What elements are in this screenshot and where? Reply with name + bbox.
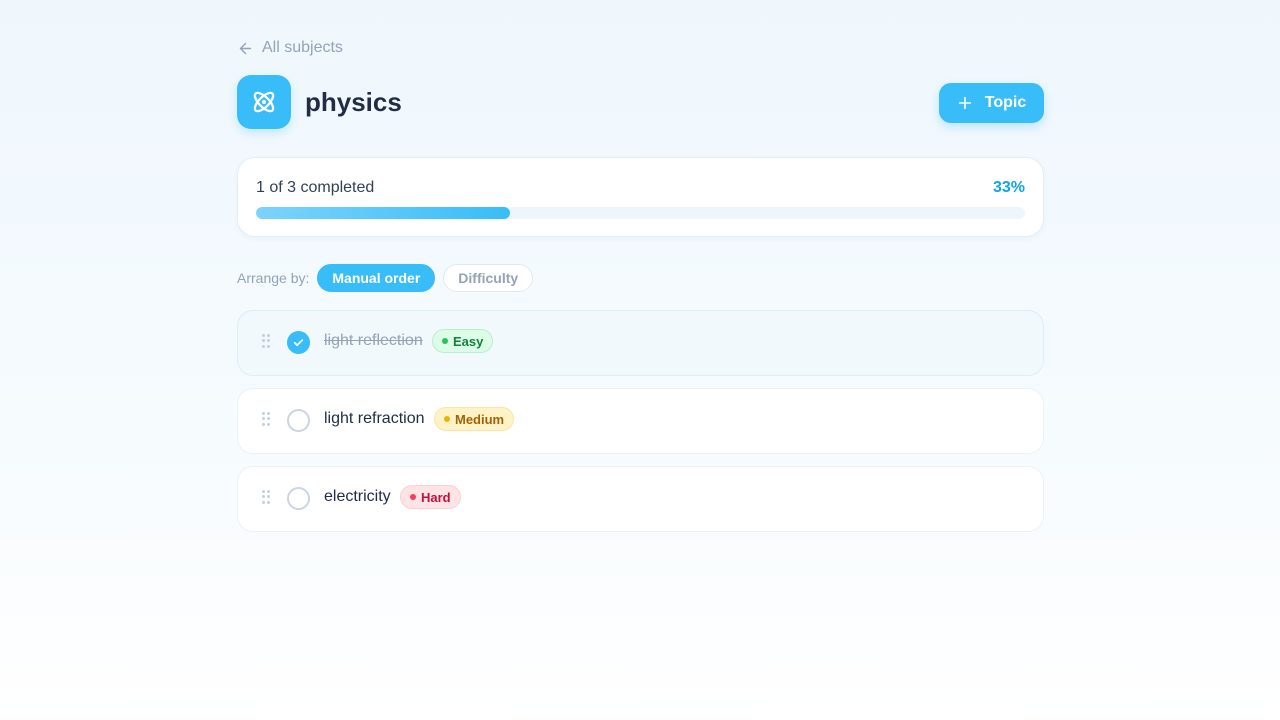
topic-name: light reflection <box>324 332 423 349</box>
topic-checkbox[interactable] <box>287 409 310 432</box>
topic-name: electricity <box>324 488 391 505</box>
subject-header: physics Topic <box>237 75 1044 129</box>
progress-bar-fill <box>256 207 510 219</box>
page-title: physics <box>305 86 402 117</box>
atom-icon <box>253 91 275 113</box>
drag-handle-icon[interactable] <box>262 334 270 348</box>
topic-row[interactable]: light refraction Medium <box>237 388 1044 454</box>
difficulty-label: Medium <box>455 411 505 427</box>
topic-name: light refraction <box>324 410 425 427</box>
drag-handle-icon[interactable] <box>262 412 270 426</box>
progress-percent: 33% <box>992 179 1025 196</box>
arrow-left-icon <box>239 42 252 54</box>
progress-bar <box>256 207 1025 219</box>
progress-card: 1 of 3 completed 33% <box>237 157 1044 237</box>
difficulty-badge: Easy <box>432 329 494 353</box>
subject-avatar <box>237 75 291 129</box>
topic-row[interactable]: light reflection Easy <box>237 310 1044 376</box>
topic-row[interactable]: electricity Hard <box>237 466 1044 532</box>
back-link-label: All subjects <box>262 39 343 56</box>
add-topic-button[interactable]: Topic <box>939 83 1044 123</box>
difficulty-label: Hard <box>421 489 451 505</box>
difficulty-dot-icon <box>410 494 416 500</box>
difficulty-dot-icon <box>442 338 448 344</box>
difficulty-badge: Medium <box>434 407 515 431</box>
arrange-label: Arrange by: <box>237 270 310 286</box>
back-link[interactable]: All subjects <box>237 37 343 59</box>
check-icon <box>293 339 304 347</box>
difficulty-dot-icon <box>444 416 450 422</box>
topic-checkbox[interactable] <box>287 331 310 354</box>
drag-handle-icon[interactable] <box>262 490 270 504</box>
arrange-controls: Arrange by: Manual order Difficulty <box>237 264 534 292</box>
plus-icon <box>958 96 971 110</box>
arrange-manual-order-button[interactable]: Manual order <box>317 264 436 292</box>
arrange-difficulty-button[interactable]: Difficulty <box>443 264 534 292</box>
progress-label: 1 of 3 completed <box>256 179 375 196</box>
topic-checkbox[interactable] <box>287 487 310 510</box>
difficulty-label: Easy <box>453 333 484 349</box>
add-topic-label: Topic <box>984 94 1027 111</box>
difficulty-badge: Hard <box>400 485 461 509</box>
